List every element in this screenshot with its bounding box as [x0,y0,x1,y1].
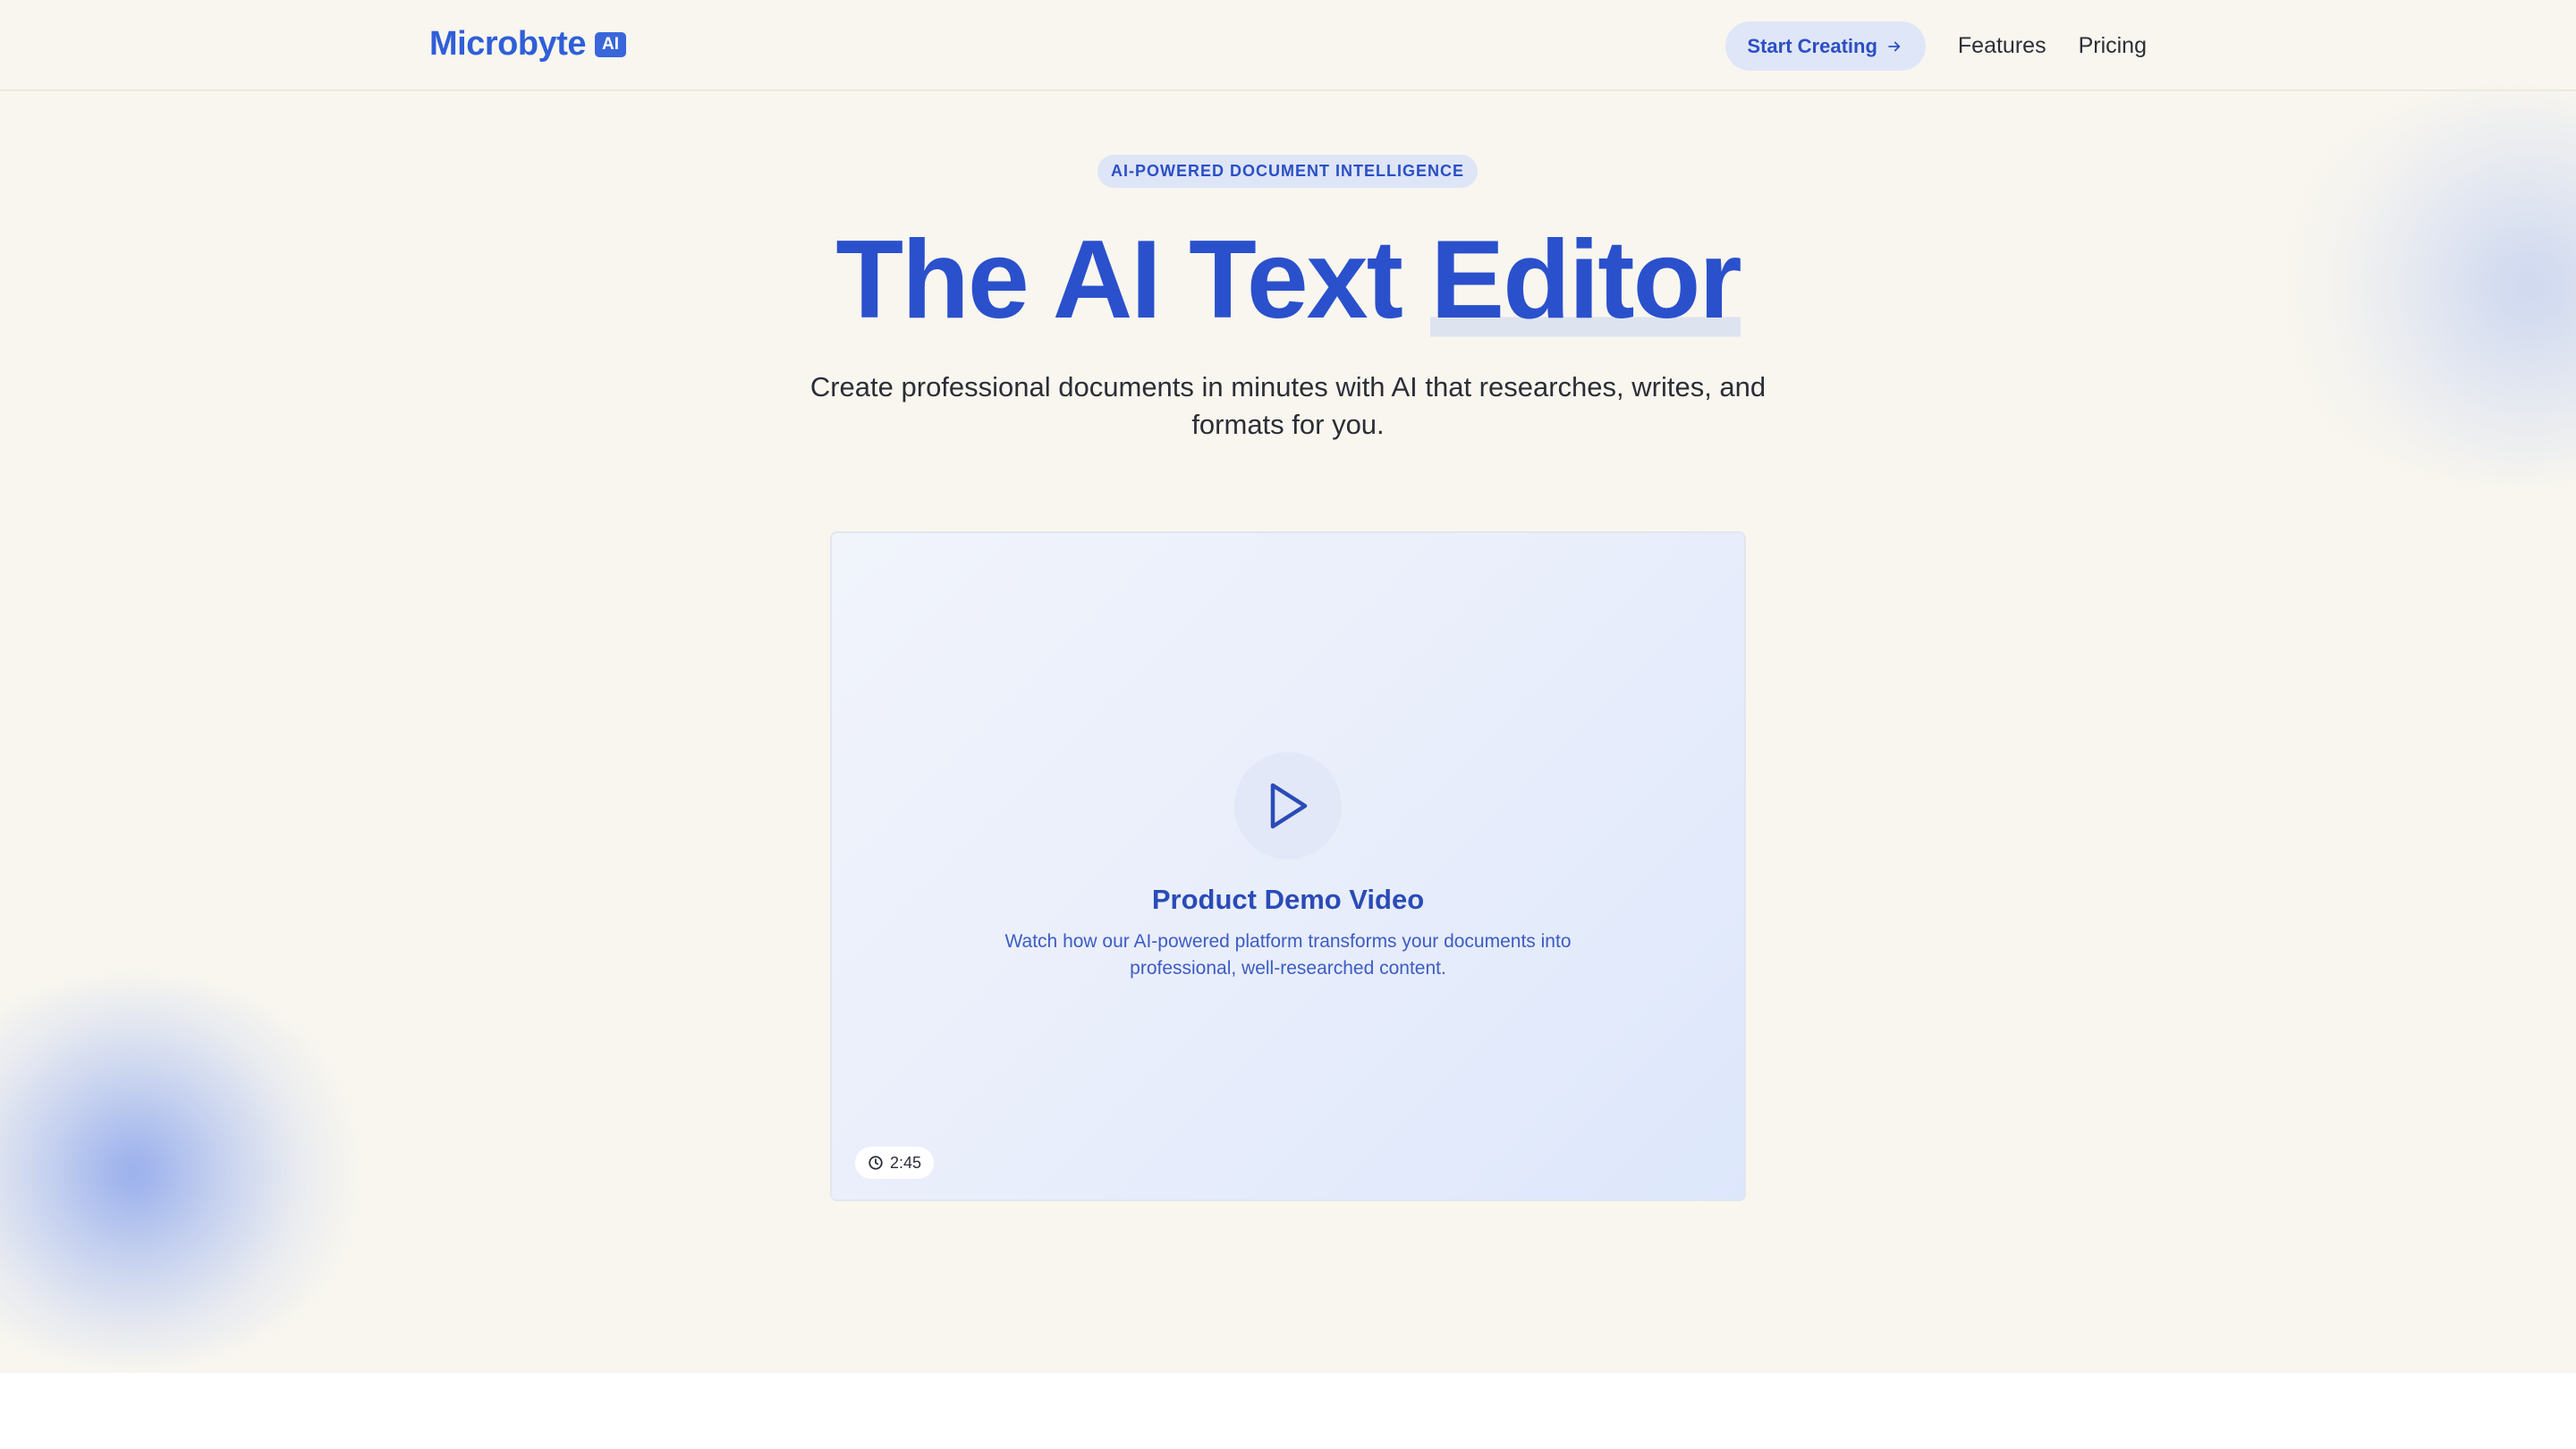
clock-icon [869,1156,883,1170]
hero-subheadline: Create professional documents in minutes… [809,371,1767,440]
decorative-blob-left [0,984,367,1360]
site-header: Microbyte AI Start Creating Features Pri… [0,0,2576,91]
headline-highlight: Editor [1430,218,1742,342]
logo-badge: AI [594,31,626,57]
arrow-right-icon [1888,41,1901,51]
video-description: Watch how our AI-powered platform transf… [1004,931,1572,979]
start-creating-label: Start Creating [1747,34,1877,57]
eyebrow-badge: AI-POWERED DOCUMENT INTELLIGENCE [1097,155,1478,188]
main-nav: Start Creating Features Pricing [1725,21,2147,71]
nav-link-features[interactable]: Features [1958,33,2046,59]
video-title: Product Demo Video [1151,884,1425,915]
duration-badge: 2:45 [855,1147,935,1179]
logo[interactable]: Microbyte AI [429,25,626,64]
nav-link-pricing[interactable]: Pricing [2079,33,2147,59]
demo-video-card[interactable]: Product Demo Video Watch how our AI-powe… [830,531,1746,1201]
headline-main: The AI Text [835,218,1431,342]
logo-text: Microbyte [429,25,586,63]
play-icon [1270,783,1308,829]
duration-text: 2:45 [890,1153,922,1172]
play-button[interactable] [1234,752,1342,860]
start-creating-button[interactable]: Start Creating [1725,21,1926,71]
page-title: The AI Text Editor [0,213,2576,347]
next-section [0,1373,2576,1449]
